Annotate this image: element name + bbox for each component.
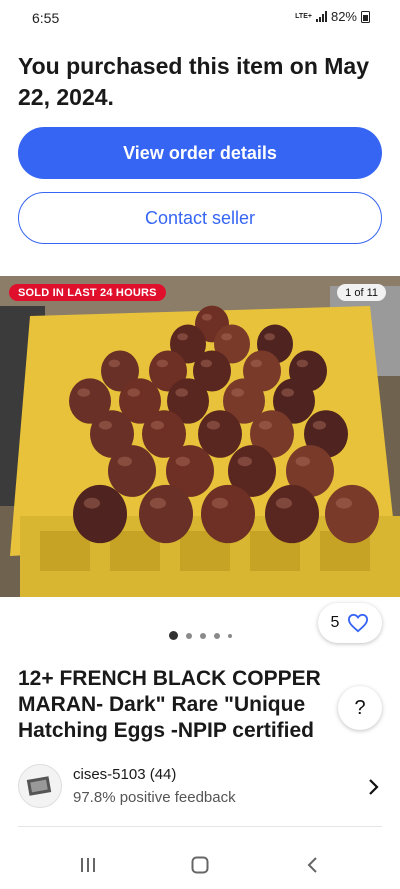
status-indicators: LTE+ 82% (295, 9, 370, 24)
page-dot[interactable] (199, 632, 206, 639)
egg-highlight (221, 333, 233, 341)
seller-name[interactable]: cises-5103 (44) (73, 766, 176, 783)
item-image-gallery[interactable] (0, 276, 400, 597)
egg-shape (325, 484, 379, 544)
item-photo (0, 276, 400, 597)
seller-feedback: 97.8% positive feedback (73, 789, 236, 806)
view-order-details-button[interactable]: View order details (18, 127, 382, 179)
back-icon[interactable] (292, 851, 332, 879)
egg-shape (73, 484, 127, 544)
status-time: 6:55 (32, 10, 60, 26)
egg-highlight (295, 456, 310, 467)
egg-shape (201, 484, 255, 544)
item-title: 12+ FRENCH BLACK COPPER MARAN- Dark" Rar… (18, 667, 321, 742)
page-dot[interactable] (185, 632, 192, 639)
home-icon[interactable] (180, 851, 220, 879)
egg-highlight (281, 388, 295, 397)
egg-highlight (296, 359, 308, 368)
egg-highlight (200, 359, 212, 368)
egg-highlight (335, 497, 352, 509)
heart-icon (348, 613, 369, 633)
egg-highlight (156, 359, 168, 368)
status-bar: 6:55 LTE+ 82% (0, 0, 400, 36)
egg-highlight (206, 420, 220, 430)
purchase-message: You purchased this item on May 22, 2024. (18, 53, 370, 110)
egg-highlight (231, 388, 244, 397)
battery-percent: 82% (330, 9, 357, 24)
egg-highlight (108, 359, 121, 368)
seller-info-row[interactable]: cises-5103 (44) 97.8% positive feedback (0, 756, 400, 826)
contact-seller-button[interactable]: Contact seller (18, 192, 382, 244)
egg-highlight (127, 388, 140, 397)
seller-avatar (18, 764, 62, 808)
recents-icon[interactable] (68, 851, 108, 879)
lte-icon: LTE+ (295, 13, 312, 20)
egg-highlight (312, 420, 326, 430)
egg-highlight (149, 497, 166, 509)
egg-highlight (201, 313, 212, 321)
page-dot[interactable] (227, 633, 232, 638)
gallery-page-dots[interactable] (0, 631, 400, 640)
egg-highlight (117, 456, 132, 467)
page-dot[interactable] (213, 632, 220, 639)
signal-icon (315, 11, 327, 22)
image-counter: 1 of 11 (337, 284, 386, 301)
question-icon: ? (354, 696, 366, 719)
divider (18, 826, 382, 827)
battery-icon (361, 10, 370, 23)
page-dot[interactable] (168, 631, 178, 640)
help-button[interactable]: ? (338, 686, 382, 730)
egg-shape (139, 484, 193, 544)
egg-highlight (98, 420, 112, 430)
watch-count: 5 (330, 614, 340, 631)
system-nav-bar (0, 841, 400, 889)
egg-highlight (150, 420, 164, 430)
sold-badge: SOLD IN LAST 24 HOURS (9, 284, 166, 301)
egg-highlight (258, 420, 272, 430)
egg-highlight (177, 333, 189, 341)
egg-highlight (250, 359, 262, 368)
egg-highlight (264, 333, 275, 341)
egg-highlight (211, 497, 228, 509)
egg-highlight (175, 456, 190, 467)
seller-logo-icon (26, 776, 52, 796)
egg-highlight (237, 456, 252, 467)
egg-highlight (83, 497, 100, 509)
chevron-right-icon[interactable] (368, 776, 380, 802)
egg-highlight (275, 497, 292, 509)
egg-shape (108, 445, 156, 497)
egg-shape (265, 484, 319, 544)
egg-highlight (77, 388, 90, 397)
egg-highlight (175, 388, 188, 397)
